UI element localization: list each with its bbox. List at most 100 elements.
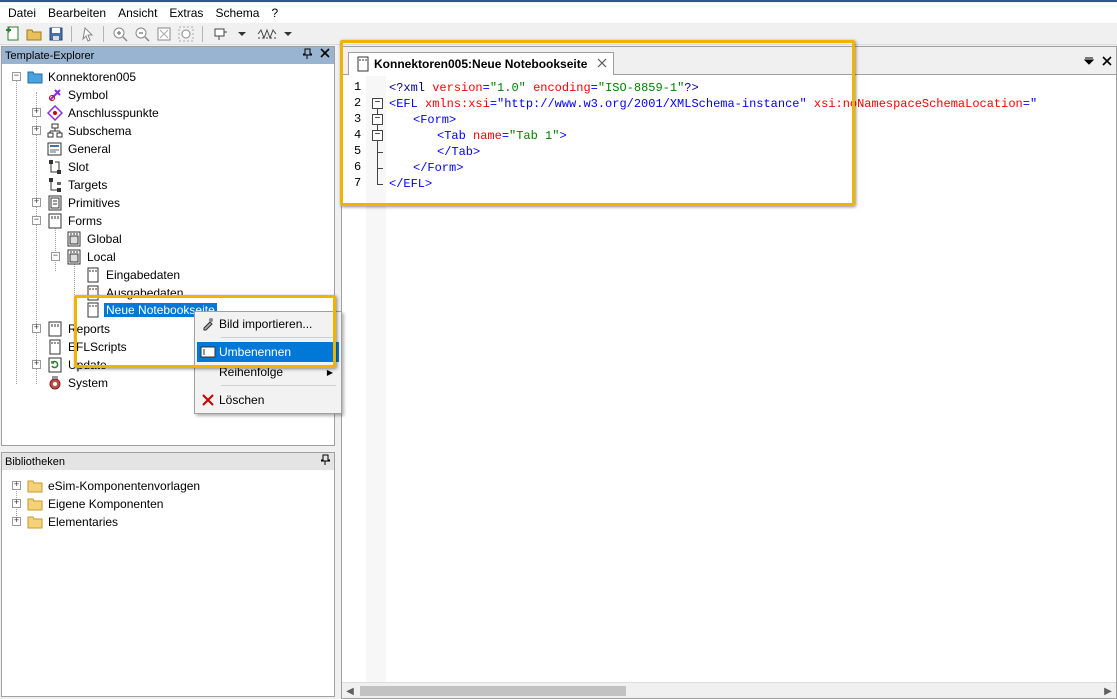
close-document-icon[interactable] <box>1102 55 1112 69</box>
expander-forms[interactable]: − <box>32 216 41 225</box>
scrollbar-thumb[interactable] <box>360 686 626 696</box>
folder-icon <box>27 514 43 530</box>
layout-icon[interactable] <box>212 25 230 43</box>
forms-icon <box>47 213 63 229</box>
open-folder-icon[interactable] <box>25 25 43 43</box>
menu-bearbeiten[interactable]: Bearbeiten <box>42 4 112 22</box>
expander-subschema[interactable]: + <box>32 126 41 135</box>
tree-item-anschlusspunkte[interactable]: Anschlusspunkte <box>47 104 161 122</box>
tree-label-forms: Forms <box>68 214 102 228</box>
slot-icon <box>47 159 63 175</box>
menu-separator <box>221 385 336 386</box>
symbol-icon <box>47 87 63 103</box>
tree-label-eingabedaten: Eingabedaten <box>106 268 181 282</box>
horizontal-scrollbar[interactable]: ◀ ▶ <box>342 682 1116 698</box>
tree-label-targets: Targets <box>68 178 108 192</box>
form-page-icon <box>66 249 82 265</box>
zoom-area-icon[interactable] <box>177 25 195 43</box>
template-explorer-title: Template-Explorer <box>5 49 95 62</box>
tree-connector <box>16 81 17 384</box>
library-label-esim: eSim-Komponentenvorlagen <box>48 479 201 493</box>
pin-icon[interactable] <box>320 454 331 468</box>
expander-anschlusspunkte[interactable]: + <box>32 108 41 117</box>
zoom-out-icon[interactable] <box>133 25 151 43</box>
tree-item-eingabedaten[interactable]: Eingabedaten <box>85 266 182 284</box>
tree-label-local: Local <box>87 250 116 264</box>
menu-ansicht[interactable]: Ansicht <box>112 4 163 22</box>
scroll-right-icon[interactable]: ▶ <box>1100 683 1116 699</box>
waveform-dropdown-icon[interactable] <box>282 25 294 43</box>
pointer-icon[interactable] <box>79 25 97 43</box>
template-explorer-header: Template-Explorer <box>2 47 334 64</box>
libraries-panel: Bibliotheken + eSim-Komponentenvorlagen … <box>1 452 335 697</box>
folder-icon <box>27 496 43 512</box>
menu-help[interactable]: ? <box>265 4 284 22</box>
highlight-frame-rename <box>74 295 336 368</box>
tree-item-system[interactable]: System <box>47 374 110 392</box>
xml-token: = <box>1022 97 1030 111</box>
tree-item-primitives[interactable]: Primitives <box>47 194 122 212</box>
zoom-in-icon[interactable] <box>111 25 129 43</box>
tree-item-subschema[interactable]: Subschema <box>47 122 133 140</box>
new-file-icon[interactable] <box>4 25 22 43</box>
expander-local[interactable]: − <box>51 252 60 261</box>
menu-schema[interactable]: Schema <box>209 4 265 22</box>
expander-esim[interactable]: + <box>12 481 21 490</box>
library-item-eigene[interactable]: Eigene Komponenten <box>27 495 165 513</box>
tree-item-general[interactable]: General <box>47 140 113 158</box>
expander-root[interactable]: − <box>12 72 21 81</box>
form-page-icon <box>66 231 82 247</box>
expander-update[interactable]: + <box>32 360 41 369</box>
menu-extras[interactable]: Extras <box>163 4 209 22</box>
close-icon[interactable] <box>320 48 330 62</box>
system-icon <box>47 375 63 391</box>
tree-item-slot[interactable]: Slot <box>47 158 91 176</box>
menubar: Datei Bearbeiten Ansicht Extras Schema ? <box>0 3 1117 23</box>
connector-icon <box>47 105 63 121</box>
tree-label-anschlusspunkte: Anschlusspunkte <box>68 106 159 120</box>
tree-item-forms[interactable]: Forms <box>47 212 104 230</box>
highlight-frame-editor <box>340 40 855 206</box>
tree-item-local[interactable]: Local <box>66 248 118 266</box>
expander-eigene[interactable]: + <box>12 499 21 508</box>
primitives-icon <box>47 195 63 211</box>
reports-icon <box>47 321 63 337</box>
script-icon <box>47 339 63 355</box>
expander-reports[interactable]: + <box>32 324 41 333</box>
zoom-fit-icon[interactable] <box>155 25 173 43</box>
pin-icon[interactable] <box>302 48 313 62</box>
tree-item-global[interactable]: Global <box>66 230 124 248</box>
toolbar-separator <box>103 26 104 42</box>
tree-label-subschema: Subschema <box>68 124 132 138</box>
layout-dropdown-icon[interactable] <box>236 25 248 43</box>
library-label-elementaries: Elementaries <box>48 515 119 529</box>
subschema-icon <box>47 123 63 139</box>
tree-connector <box>55 227 56 271</box>
waveform-icon[interactable] <box>256 25 280 43</box>
menu-item-loeschen[interactable]: Löschen <box>197 390 339 410</box>
save-icon[interactable] <box>47 25 65 43</box>
expander-primitives[interactable]: + <box>32 198 41 207</box>
libraries-header: Bibliotheken <box>2 453 334 470</box>
delete-icon <box>197 394 219 406</box>
tree-item-symbol[interactable]: Symbol <box>47 86 110 104</box>
update-icon <box>47 357 63 373</box>
tab-list-dropdown-icon[interactable] <box>1083 55 1095 69</box>
tree-label-konnektoren005: Konnektoren005 <box>48 70 137 84</box>
xml-value: " <box>1029 97 1038 111</box>
page-icon <box>85 267 101 283</box>
toolbar-separator <box>71 26 72 42</box>
library-item-esim[interactable]: eSim-Komponentenvorlagen <box>27 477 202 495</box>
library-item-elementaries[interactable]: Elementaries <box>27 513 120 531</box>
targets-icon <box>47 177 63 193</box>
scroll-left-icon[interactable]: ◀ <box>342 683 358 699</box>
tree-label-global: Global <box>87 232 122 246</box>
window-top-border <box>0 0 1117 2</box>
menu-datei[interactable]: Datei <box>2 4 42 22</box>
general-icon <box>47 141 63 157</box>
tree-item-targets[interactable]: Targets <box>47 176 109 194</box>
tree-item-konnektoren005[interactable]: Konnektoren005 <box>27 68 138 86</box>
expander-elementaries[interactable]: + <box>12 517 21 526</box>
folder-icon <box>27 478 43 494</box>
tree-label-symbol: Symbol <box>68 88 109 102</box>
